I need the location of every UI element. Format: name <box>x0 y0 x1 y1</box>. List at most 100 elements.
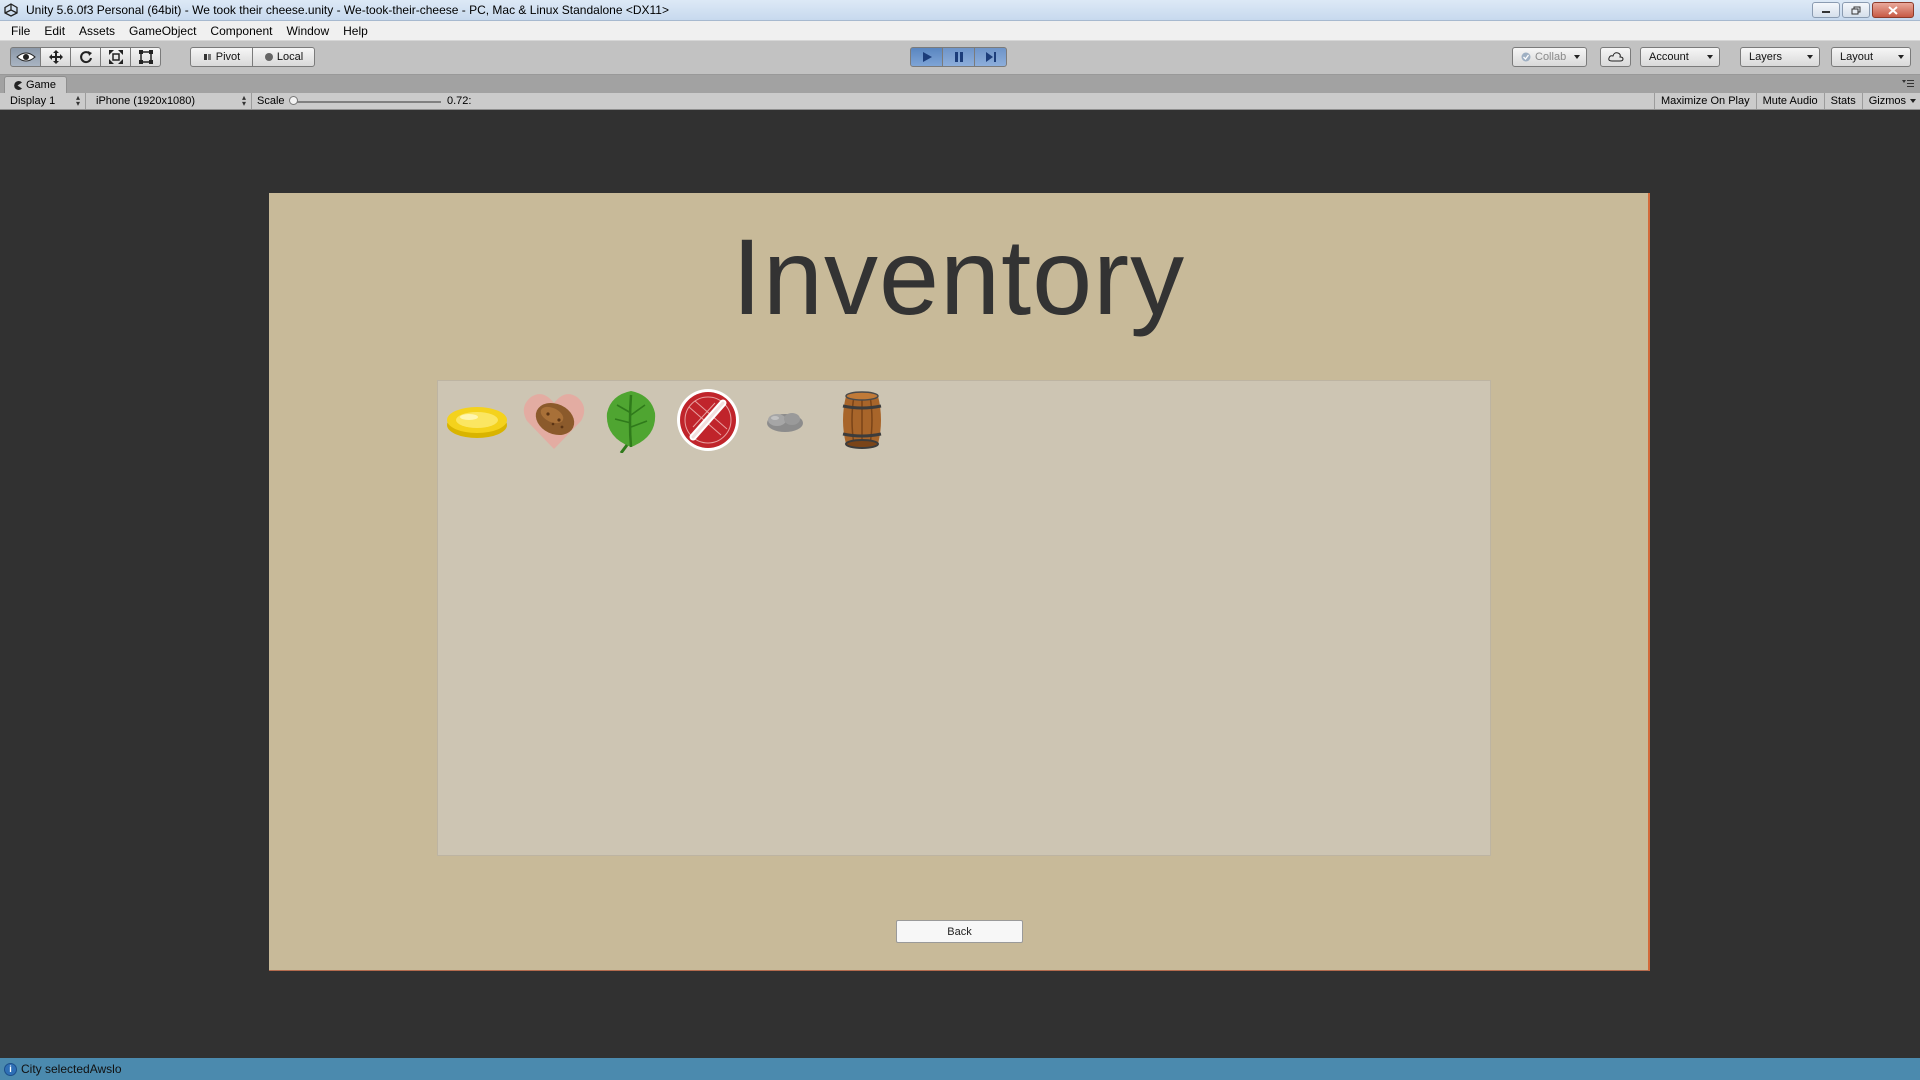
account-label: Account <box>1649 51 1689 63</box>
game-view-toolbar: Display 1 ▴ ▾ iPhone (1920x1080) ▴ ▾ Scale… <box>0 93 1920 110</box>
close-window-button[interactable] <box>1872 2 1914 18</box>
inventory-title: Inventory <box>731 216 1186 337</box>
restore-button[interactable] <box>1842 2 1870 18</box>
cloud-icon <box>1607 52 1624 62</box>
pivot-icon <box>203 54 211 60</box>
mute-audio-toggle[interactable]: Mute Audio <box>1755 93 1824 109</box>
scale-slider-thumb[interactable] <box>289 96 298 105</box>
pivot-toggle[interactable]: Pivot <box>190 47 253 67</box>
collab-label: Collab <box>1535 51 1567 63</box>
inventory-slot[interactable] <box>515 381 592 458</box>
playback-controls <box>910 47 1007 67</box>
cloud-button[interactable] <box>1600 47 1631 67</box>
step-icon <box>985 52 996 62</box>
move-tool-button[interactable] <box>40 47 71 67</box>
menu-help[interactable]: Help <box>336 24 375 38</box>
play-icon <box>922 52 932 62</box>
grey-stone-icon <box>766 412 803 432</box>
potato-heart-icon <box>523 393 584 449</box>
local-toggle[interactable]: Local <box>252 47 315 67</box>
inventory-slot[interactable] <box>592 381 669 458</box>
window-title-bar: Unity 5.6.0f3 Personal (64bit) - We took… <box>0 0 1920 21</box>
layers-dropdown[interactable]: Layers <box>1740 47 1820 67</box>
scale-label: Scale <box>257 95 285 107</box>
tab-menu-icon[interactable] <box>1902 79 1914 87</box>
move-arrows-icon <box>48 50 63 64</box>
cloud-group <box>1600 47 1631 67</box>
checkmark-icon <box>1521 52 1531 62</box>
inventory-slot[interactable] <box>669 381 746 458</box>
updown-icon: ▴ ▾ <box>75 93 80 108</box>
rotate-tool-button[interactable] <box>70 47 101 67</box>
display-select[interactable]: Display 1 ▴ ▾ <box>4 93 86 109</box>
resolution-select[interactable]: iPhone (1920x1080) ▴ ▾ <box>90 93 252 109</box>
info-icon: i <box>4 1062 17 1076</box>
pivot-local-group: Pivot Local <box>190 47 315 67</box>
updown-icon: ▴ ▾ <box>241 93 246 108</box>
menu-bar: File Edit Assets GameObject Component Wi… <box>0 21 1920 41</box>
menu-window[interactable]: Window <box>279 24 336 38</box>
maximize-on-play-toggle[interactable]: Maximize On Play <box>1653 93 1756 109</box>
chevron-down-icon <box>1807 55 1813 59</box>
minimize-button[interactable] <box>1812 2 1840 18</box>
scale-icon <box>108 50 123 64</box>
rect-tool-button[interactable] <box>130 47 161 67</box>
inventory-slot[interactable] <box>823 381 900 458</box>
rect-transform-icon <box>138 50 153 64</box>
inventory-slots <box>438 381 900 458</box>
status-message[interactable]: City selectedAwslo <box>21 1062 122 1076</box>
restore-icon <box>1851 6 1861 14</box>
red-scroll-seal-icon <box>676 388 739 451</box>
step-button[interactable] <box>974 47 1007 67</box>
view-tool-button[interactable] <box>10 47 41 67</box>
rotate-icon <box>79 51 92 64</box>
main-toolbar: Pivot Local Collab Account Layers Layout <box>0 41 1920 75</box>
status-bar: i City selectedAwslo <box>0 1058 1920 1080</box>
inventory-slot[interactable] <box>746 381 823 458</box>
gizmos-dropdown[interactable]: Gizmos <box>1861 93 1920 109</box>
game-canvas: Inventory Back <box>269 193 1650 971</box>
local-icon <box>264 53 273 61</box>
inventory-panel <box>437 380 1491 856</box>
close-icon <box>1888 5 1898 15</box>
back-button[interactable]: Back <box>896 920 1023 943</box>
minimize-icon <box>1822 11 1830 13</box>
account-dropdown[interactable]: Account <box>1640 47 1720 67</box>
scale-value: 0.72: <box>447 95 472 107</box>
tab-game[interactable]: Game <box>4 76 67 93</box>
wooden-barrel-icon <box>842 390 881 449</box>
scale-slider-track[interactable] <box>291 101 441 103</box>
chevron-down-icon <box>1898 55 1904 59</box>
chevron-down-icon <box>1707 55 1713 59</box>
chevron-down-icon <box>1574 55 1580 59</box>
play-button[interactable] <box>910 47 943 67</box>
display-label: Display 1 <box>10 95 56 107</box>
eye-icon <box>15 52 36 62</box>
tab-bar: Game <box>0 75 1920 93</box>
pause-icon <box>954 52 963 62</box>
menu-assets[interactable]: Assets <box>72 24 122 38</box>
menu-edit[interactable]: Edit <box>37 24 72 38</box>
menu-file[interactable]: File <box>4 24 37 38</box>
layers-label: Layers <box>1749 51 1783 63</box>
tab-game-label: Game <box>26 79 56 91</box>
game-view-toggles: Maximize On Play Mute Audio Stats Gizmos <box>1653 93 1920 109</box>
pivot-label: Pivot <box>215 51 241 63</box>
chevron-down-icon <box>1910 99 1916 103</box>
menu-component[interactable]: Component <box>203 24 279 38</box>
scale-tool-button[interactable] <box>100 47 131 67</box>
pause-button[interactable] <box>942 47 975 67</box>
layout-dropdown[interactable]: Layout <box>1831 47 1911 67</box>
gizmos-label: Gizmos <box>1868 95 1906 107</box>
collab-dropdown[interactable]: Collab <box>1512 47 1587 67</box>
unity-logo-icon <box>4 3 18 17</box>
layout-label: Layout <box>1840 51 1874 63</box>
resolution-label: iPhone (1920x1080) <box>96 95 196 107</box>
stats-toggle[interactable]: Stats <box>1823 93 1862 109</box>
window-title: Unity 5.6.0f3 Personal (64bit) - We took… <box>26 3 669 17</box>
inventory-slot[interactable] <box>438 381 515 458</box>
menu-gameobject[interactable]: GameObject <box>122 24 203 38</box>
transform-tools <box>10 47 161 67</box>
local-label: Local <box>276 51 304 63</box>
gold-coin-icon <box>446 406 507 438</box>
